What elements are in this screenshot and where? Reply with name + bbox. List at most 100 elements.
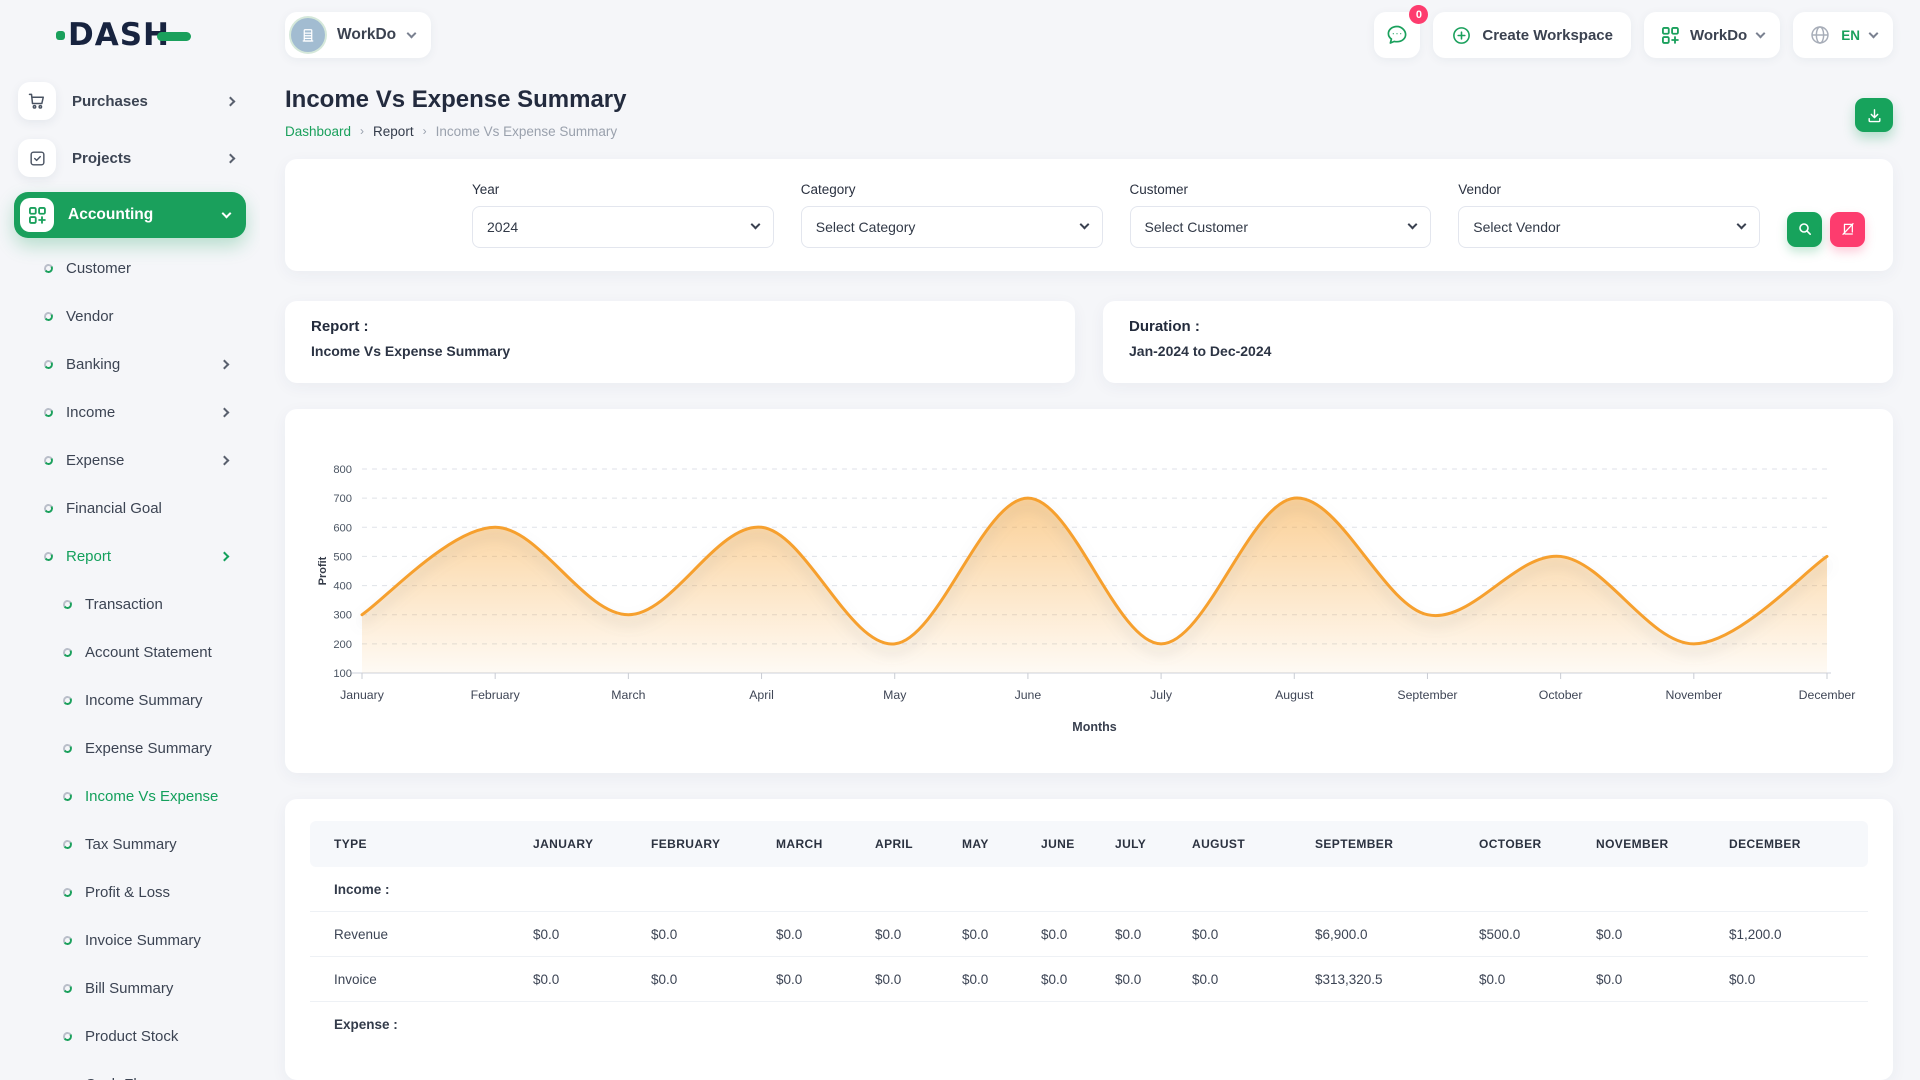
bullet-icon: [43, 407, 54, 418]
sidebar-item-transaction[interactable]: Transaction: [14, 580, 246, 628]
table-card: TYPEJANUARYFEBRUARYMARCHAPRILMAYJUNEJULY…: [285, 799, 1893, 1080]
column-header: JULY: [1114, 821, 1191, 867]
accounting-submenu: Customer Vendor BankingIncome Expense Financ…: [14, 244, 246, 1080]
reset-icon: [1840, 221, 1856, 237]
sidebar-item-income-summary[interactable]: Income Summary: [14, 676, 246, 724]
sidebar-item-invoice-summary[interactable]: Invoice Summary: [14, 916, 246, 964]
sidebar-item-expense-summary[interactable]: Expense Summary: [14, 724, 246, 772]
sidebar-menu: Purchases Projects Accounting Customer Ven…: [0, 70, 260, 1080]
category-select[interactable]: Select Category: [801, 206, 1103, 248]
bullet-icon: [62, 743, 73, 754]
column-header: SEPTEMBER: [1314, 821, 1478, 867]
sidebar-item-label: Income Vs Expense: [85, 788, 218, 805]
sidebar-item-label: Purchases: [72, 93, 148, 110]
sidebar-item-income[interactable]: Income: [14, 388, 246, 436]
customer-select[interactable]: Select Customer: [1130, 206, 1432, 248]
filter-label: Category: [801, 182, 1103, 197]
search-button[interactable]: [1787, 212, 1822, 247]
sidebar-item-vendor[interactable]: Vendor: [14, 292, 246, 340]
sidebar-item-expense[interactable]: Expense: [14, 436, 246, 484]
bullet-icon: [62, 1031, 73, 1042]
logo-dot-icon: [56, 31, 65, 40]
svg-text:March: March: [611, 688, 645, 702]
cart-icon: [18, 82, 56, 120]
dash-logo: DASH: [56, 17, 191, 53]
topbar: WorkDo 0: [285, 0, 1893, 70]
svg-text:Profit: Profit: [317, 556, 329, 585]
vendor-select[interactable]: Select Vendor: [1458, 206, 1760, 248]
create-workspace-button[interactable]: Create Workspace: [1433, 12, 1631, 58]
sidebar-item-label: Vendor: [66, 308, 114, 325]
app-window: DASH Purchases Projects Accounting: [0, 0, 1920, 1080]
messages-button[interactable]: 0: [1374, 12, 1420, 58]
download-report-button[interactable]: [1855, 98, 1893, 132]
chevron-down-icon: [222, 208, 232, 218]
check-square-icon: [18, 139, 56, 177]
sidebar-item-label: Expense: [66, 452, 124, 469]
bullet-icon: [43, 455, 54, 466]
sidebar-item-financial-goal[interactable]: Financial Goal: [14, 484, 246, 532]
page-title: Income Vs Expense Summary: [285, 86, 626, 115]
svg-text:April: April: [749, 688, 774, 702]
notification-badge: 0: [1409, 5, 1428, 24]
sidebar-item-profit-loss[interactable]: Profit & Loss: [14, 868, 246, 916]
sidebar-item-label: Projects: [72, 150, 131, 167]
sidebar-item-label: Expense Summary: [85, 740, 212, 757]
sidebar-item-label: Accounting: [68, 206, 153, 224]
logo[interactable]: DASH: [0, 0, 260, 70]
svg-text:August: August: [1275, 688, 1314, 702]
download-icon: [1866, 107, 1883, 124]
bullet-icon: [62, 647, 73, 658]
breadcrumb-separator: ›: [423, 124, 427, 138]
workdo-menu-button[interactable]: WorkDo: [1644, 12, 1780, 58]
svg-text:May: May: [883, 688, 907, 702]
column-header: OCTOBER: [1478, 821, 1595, 867]
sidebar-item-income-vs-expense[interactable]: Income Vs Expense: [14, 772, 246, 820]
svg-text:November: November: [1665, 688, 1722, 702]
language-selector[interactable]: EN: [1793, 12, 1893, 58]
main-content: WorkDo 0: [260, 0, 1920, 1080]
breadcrumb-item-income-vs-expense-summary: Income Vs Expense Summary: [436, 124, 618, 139]
sidebar-item-report[interactable]: Report: [14, 532, 246, 580]
chevron-right-icon: [220, 407, 230, 417]
chevron-down-icon: [1869, 29, 1879, 39]
sidebar-item-label: Account Statement: [85, 644, 212, 661]
topbar-right: 0 Create Workspace W: [1374, 12, 1893, 58]
column-header: DECEMBER: [1728, 821, 1868, 867]
filter-field-year: Year2024: [472, 182, 774, 248]
breadcrumb-separator: ›: [360, 124, 364, 138]
sidebar: DASH Purchases Projects Accounting: [0, 0, 260, 1080]
chat-icon: [1385, 23, 1409, 47]
breadcrumb-item-report[interactable]: Report: [373, 124, 414, 139]
workspace-selector[interactable]: WorkDo: [285, 12, 431, 58]
income-expense-table: TYPEJANUARYFEBRUARYMARCHAPRILMAYJUNEJULY…: [310, 821, 1868, 1047]
breadcrumb-item-dashboard[interactable]: Dashboard: [285, 124, 351, 139]
sidebar-item-label: Product Stock: [85, 1028, 178, 1045]
year-select[interactable]: 2024: [472, 206, 774, 248]
filter-field-vendor: VendorSelect Vendor: [1458, 182, 1760, 248]
sidebar-item-cash-flow[interactable]: Cash Flow: [14, 1060, 246, 1080]
card-value: Jan-2024 to Dec-2024: [1129, 343, 1867, 359]
chevron-right-icon: [220, 359, 230, 369]
card-value: Income Vs Expense Summary: [311, 343, 1049, 359]
sidebar-item-product-stock[interactable]: Product Stock: [14, 1012, 246, 1060]
svg-text:December: December: [1799, 688, 1856, 702]
selected-value: Select Customer: [1145, 219, 1248, 235]
sidebar-item-customer[interactable]: Customer: [14, 244, 246, 292]
sidebar-item-projects[interactable]: Projects: [14, 135, 246, 181]
sidebar-item-banking[interactable]: Banking: [14, 340, 246, 388]
sidebar-item-purchases[interactable]: Purchases: [14, 78, 246, 124]
sidebar-item-bill-summary[interactable]: Bill Summary: [14, 964, 246, 1012]
filter-buttons: [1787, 212, 1865, 247]
sidebar-item-accounting[interactable]: Accounting: [14, 192, 246, 238]
reset-button[interactable]: [1830, 212, 1865, 247]
selected-value: Select Vendor: [1473, 219, 1560, 235]
sidebar-item-tax-summary[interactable]: Tax Summary: [14, 820, 246, 868]
duration-card: Duration :Jan-2024 to Dec-2024: [1103, 301, 1893, 383]
column-header: FEBRUARY: [650, 821, 775, 867]
bullet-icon: [43, 503, 54, 514]
workdo-menu-label: WorkDo: [1690, 27, 1747, 44]
language-code: EN: [1841, 28, 1860, 43]
svg-text:October: October: [1539, 688, 1583, 702]
sidebar-item-account-statement[interactable]: Account Statement: [14, 628, 246, 676]
